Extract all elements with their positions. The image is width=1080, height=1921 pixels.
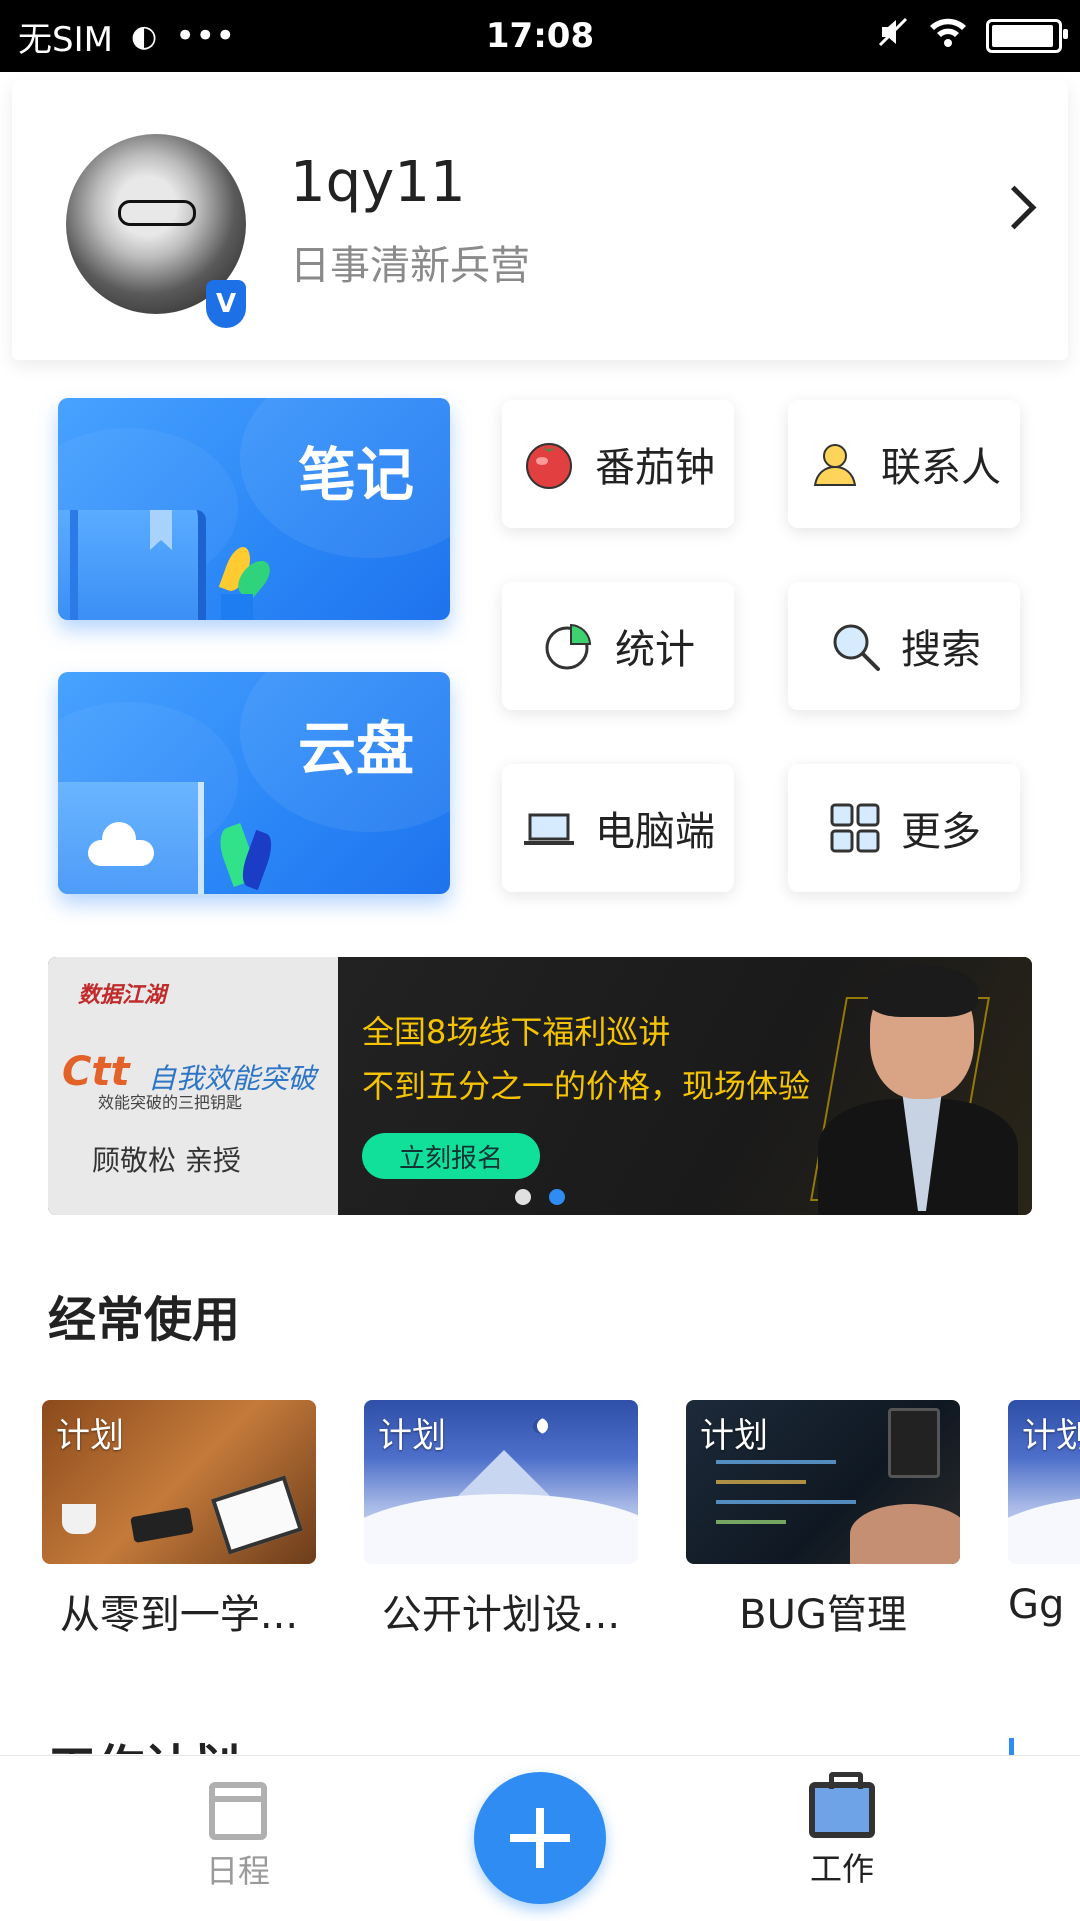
contacts-label: 联系人 <box>881 445 1001 491</box>
add-button[interactable] <box>474 1772 606 1904</box>
nav-schedule[interactable]: 日程 <box>178 1782 298 1892</box>
plan-title: 从零到一学... <box>59 1592 299 1638</box>
plan-title: 公开计划设... <box>381 1592 621 1638</box>
plan-title: Gg <box>1008 1582 1065 1628</box>
desktop-label: 电脑端 <box>595 809 715 855</box>
plan-thumbnail: 计划 <box>42 1400 316 1564</box>
verified-badge-label: V <box>206 280 246 328</box>
plan-thumbnail: 计划 <box>1008 1400 1080 1564</box>
banner-subheadline: 不到五分之一的价格，现场体验 <box>362 1067 811 1105</box>
plan-tag: 计划 <box>378 1416 446 1456</box>
banner-headline: 全国8场线下福利巡讲 <box>362 1013 671 1051</box>
cloud-folder-icon <box>58 782 204 894</box>
search-label: 搜索 <box>901 627 981 673</box>
notes-tile[interactable]: 笔记 <box>58 398 450 620</box>
nav-schedule-label: 日程 <box>205 1852 270 1890</box>
more-label: 更多 <box>901 809 981 855</box>
verified-badge: V <box>206 280 246 328</box>
work-plan-section-title: 工作计划 <box>48 1728 240 1754</box>
search-button[interactable]: 搜索 <box>788 582 1020 710</box>
plan-tag: 计划 <box>700 1416 768 1456</box>
notes-title: 笔记 <box>297 441 414 509</box>
statistics-button[interactable]: 统计 <box>502 582 734 710</box>
bottom-nav: 日程 工作 <box>0 1755 1080 1921</box>
banner-right-panel: 全国8场线下福利巡讲 不到五分之一的价格，现场体验 立刻报名 <box>338 957 1032 1215</box>
calendar-icon <box>209 1782 267 1840</box>
plan-card[interactable]: 计划 Gg <box>1008 1400 1080 1628</box>
more-button[interactable]: 更多 <box>788 764 1020 892</box>
banner-logo: 数据江湖 <box>78 983 167 1008</box>
moon-icon: ◐ <box>130 18 158 54</box>
plan-card[interactable]: 计划 BUG管理 <box>686 1400 960 1640</box>
carrier-label: 无SIM <box>18 19 113 60</box>
contacts-button[interactable]: 联系人 <box>788 400 1020 528</box>
frequent-section-title: 经常使用 <box>48 1292 241 1348</box>
plan-card[interactable]: 计划 从零到一学... <box>42 1400 316 1640</box>
plan-title: BUG管理 <box>739 1592 907 1638</box>
plan-thumbnail: 计划 <box>686 1400 960 1564</box>
banner-teacher: 顾敬松 亲授 <box>92 1144 241 1177</box>
carousel-dot[interactable] <box>549 1189 565 1205</box>
battery-icon <box>986 19 1068 53</box>
stats-pie-icon <box>541 618 597 674</box>
more-indicator: ••• <box>175 16 236 56</box>
avatar-glasses <box>118 200 196 226</box>
plan-tag: 计划 <box>1022 1416 1080 1456</box>
profile-name: 1qy11 <box>290 150 466 215</box>
cloud-drive-title: 云盘 <box>297 715 414 783</box>
battery-level <box>992 25 1053 47</box>
plan-tag: 计划 <box>56 1416 124 1456</box>
briefcase-icon <box>809 1772 875 1838</box>
desktop-button[interactable]: 电脑端 <box>502 764 734 892</box>
cloud-drive-tile[interactable]: 云盘 <box>58 672 450 894</box>
plan-thumbnail: 计划 <box>364 1400 638 1564</box>
cloud-icon <box>88 822 154 866</box>
promo-banner[interactable]: 数据江湖 Ctt 自我效能突破 效能突破的三把钥匙 顾敬松 亲授 全国8场线下福… <box>48 957 1032 1215</box>
nav-work[interactable]: 工作 <box>782 1772 902 1890</box>
profile-team: 日事清新兵营 <box>290 243 530 289</box>
pomodoro-label: 番茄钟 <box>595 445 715 491</box>
speaker-photo <box>818 965 1018 1215</box>
grid-icon <box>827 800 883 856</box>
banner-left-panel: 数据江湖 Ctt 自我效能突破 效能突破的三把钥匙 顾敬松 亲授 <box>48 957 338 1215</box>
nav-work-label: 工作 <box>809 1850 874 1888</box>
carousel-dot[interactable] <box>515 1189 531 1205</box>
search-icon <box>827 618 883 674</box>
tomato-icon <box>521 436 577 492</box>
frequent-list: 计划 从零到一学... 计划 公开计划设... 计划 BUG管理 计划 Gg <box>42 1400 1080 1640</box>
status-bar: 无SIM ◐ ••• 17:08 <box>0 0 1080 72</box>
notebook-icon <box>58 510 206 620</box>
banner-ctt-subtitle: 效能突破的三把钥匙 <box>98 1093 243 1112</box>
chevron-right-icon[interactable] <box>992 185 1037 230</box>
carousel-indicator <box>48 1189 1032 1205</box>
statistics-label: 统计 <box>615 627 695 673</box>
mute-icon <box>876 15 910 58</box>
wifi-icon <box>928 16 968 57</box>
pomodoro-button[interactable]: 番茄钟 <box>502 400 734 528</box>
plan-card[interactable]: 计划 公开计划设... <box>364 1400 638 1640</box>
contact-icon <box>807 436 863 492</box>
signup-button[interactable]: 立刻报名 <box>362 1133 540 1179</box>
profile-card[interactable]: V 1qy11 日事清新兵营 <box>12 80 1068 360</box>
plant-pot <box>221 594 253 620</box>
laptop-icon <box>521 800 577 856</box>
